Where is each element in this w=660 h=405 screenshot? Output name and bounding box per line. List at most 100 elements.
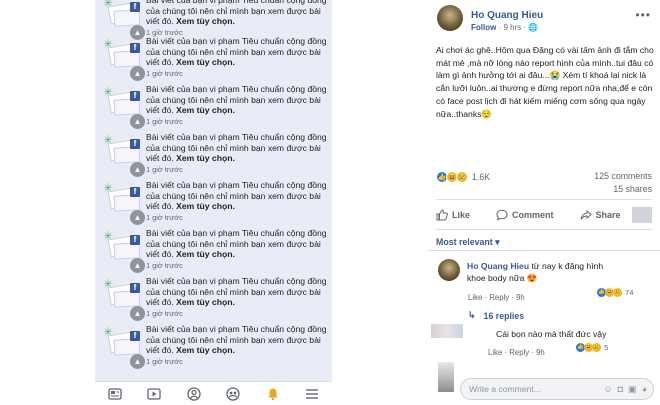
notification-thumbnail: ✳ f ▲ — [103, 38, 145, 81]
notification-text: Bài viết của bạn vi phạm Tiêu chuẩn cộng… — [146, 276, 330, 308]
notification-type-icon: ▲ — [130, 162, 145, 177]
share-label: Share — [595, 210, 621, 220]
view-options-link[interactable]: Xem tùy chọn. — [176, 297, 235, 307]
follow-link[interactable]: Follow — [471, 23, 496, 32]
notifications-bell-icon[interactable] — [263, 385, 283, 403]
like-label: Like — [452, 210, 471, 220]
commenter-name[interactable]: Ho Quang Hieu — [467, 261, 529, 271]
notification-item[interactable]: ✳ f ▲ Bài viết của bạn vi phạm Tiêu chuẩn c… — [95, 180, 332, 228]
sticker-icon[interactable]: ◕ — [642, 384, 647, 394]
comment-tools: ☺ ◘ ▣ ◕ — [598, 384, 647, 395]
sad-reaction-icon: 😢 — [592, 343, 601, 352]
facebook-icon: f — [130, 91, 140, 101]
comment-actions[interactable]: Like · Reply · 9h — [488, 348, 545, 357]
news-feed-icon[interactable] — [105, 385, 125, 403]
notification-text: Bài viết của bạn vi phạm Tiêu chuẩn cộng… — [146, 36, 330, 68]
comment-sort-dropdown[interactable]: Most relevant ▾ — [436, 237, 500, 248]
view-options-link[interactable]: Xem tùy chọn. — [176, 16, 235, 26]
facebook-icon: f — [130, 187, 140, 197]
comment-icon — [496, 209, 508, 221]
notification-text: Bài viết của bạn vi phạm Tiêu chuẩn cộng… — [146, 132, 330, 164]
sad-reaction-icon: 😢 — [456, 171, 468, 183]
share-button[interactable]: Share — [580, 209, 621, 221]
view-options-link[interactable]: Xem tùy chọn. — [176, 201, 235, 211]
notification-text: Bài viết của bạn vi phạm Tiêu chuẩn cộng… — [146, 228, 330, 260]
thumbs-up-icon — [436, 209, 448, 221]
divider — [436, 229, 652, 230]
notification-time: 1 giờ trước — [146, 165, 183, 174]
notification-item[interactable]: ✳ f ▲ Bài viết của bạn vi phạm Tiêu chuẩn c… — [95, 228, 332, 276]
view-options-link[interactable]: Xem tùy chọn. — [176, 345, 235, 355]
gif-icon[interactable]: ▣ — [628, 384, 637, 395]
comment-reaction-count: 74 — [625, 288, 634, 297]
notification-time: 1 giờ trước — [146, 213, 183, 222]
notification-thumbnail: ✳ f ▲ — [103, 182, 145, 225]
comment-reactions[interactable]: 👍 😆 😢 74 — [597, 288, 633, 297]
shares-count[interactable]: 15 shares — [613, 184, 652, 194]
facebook-icon: f — [130, 331, 140, 341]
post-time: · 9 hrs · — [498, 23, 527, 32]
notification-item[interactable]: ✳ f ▲ Bài viết của bạn vi phạm Tiêu chuẩn c… — [95, 276, 332, 324]
notification-item[interactable]: ✳ f ▲ Bài viết của bạn vi phạm Tiêu chuẩn c… — [95, 132, 332, 180]
comment-label: Comment — [512, 210, 554, 220]
author-avatar[interactable] — [437, 5, 463, 31]
notification-thumbnail: ✳ f ▲ — [103, 326, 145, 369]
view-options-link[interactable]: Xem tùy chọn. — [176, 57, 235, 67]
post-panel: Ho Quang Hieu Follow · 9 hrs · 🌐 ••• Ai … — [428, 0, 660, 405]
groups-icon[interactable] — [223, 385, 243, 403]
comment-button[interactable]: Comment — [496, 209, 554, 221]
post-meta: Follow · 9 hrs · 🌐 — [471, 23, 538, 32]
notification-message: Bài viết của bạn vi phạm Tiêu chuẩn cộng… — [146, 276, 327, 307]
notification-item[interactable]: ✳ f ▲ Bài viết của bạn vi phạm Tiêu chuẩn c… — [95, 324, 332, 372]
notification-message: Bài viết của bạn vi phạm Tiêu chuẩn cộng… — [146, 228, 327, 259]
commenter-avatar[interactable] — [431, 324, 463, 338]
camera-icon[interactable]: ◘ — [618, 384, 623, 394]
more-options-icon[interactable]: ••• — [635, 8, 651, 22]
view-options-link[interactable]: Xem tùy chọn. — [176, 153, 235, 163]
watch-icon[interactable] — [144, 385, 164, 403]
post-text: Ai chơi ác ghê..Hôm qua Đăng có vài tấm … — [436, 45, 654, 119]
notification-text: Bài viết của bạn vi phạm Tiêu chuẩn cộng… — [146, 324, 330, 356]
replies-count: 16 replies — [483, 310, 525, 321]
notifications-panel: ✳ f ▲ Bài viết của bạn vi phạm Tiêu chuẩn c… — [95, 0, 332, 405]
emoji-icon[interactable]: ☺ — [603, 384, 612, 394]
profile-icon[interactable] — [184, 385, 204, 403]
view-options-link[interactable]: Xem tùy chọn. — [176, 105, 235, 115]
menu-icon[interactable] — [302, 385, 322, 403]
sad-reaction-icon: 😢 — [613, 288, 622, 297]
notification-item[interactable]: ✳ f ▲ Bài viết của bạn vi phạm Tiêu chuẩn c… — [95, 36, 332, 84]
reactions-summary[interactable]: 👍 😆 😢 1.6K — [436, 170, 490, 184]
notification-thumbnail: ✳ f ▲ — [103, 230, 145, 273]
viewer-avatar — [438, 362, 454, 392]
post-author[interactable]: Ho Quang Hieu — [471, 10, 543, 21]
reply-arrow-icon: ↳ — [468, 310, 476, 320]
share-arrow-icon — [580, 209, 592, 221]
notification-type-icon: ▲ — [130, 66, 145, 81]
notification-text: Bài viết của bạn vi phạm Tiêu chuẩn cộng… — [146, 180, 330, 212]
comment-body: Ho Quang Hieu từ nay k đăng hình khoe bo… — [467, 260, 622, 284]
facebook-icon: f — [130, 139, 140, 149]
write-comment-input[interactable]: Write a comment... ☺ ◘ ▣ ◕ — [460, 378, 654, 400]
comment-reactions[interactable]: 👍 😆 😢 5 — [576, 343, 608, 352]
view-options-link[interactable]: Xem tùy chọn. — [176, 249, 235, 259]
divider — [436, 199, 652, 200]
notification-thumbnail: ✳ f ▲ — [103, 134, 145, 177]
comment-actions[interactable]: Like · Reply · 9h — [468, 293, 525, 302]
comments-count[interactable]: 125 comments — [594, 171, 652, 181]
facebook-icon: f — [130, 2, 140, 12]
globe-icon: 🌐 — [528, 23, 539, 32]
notification-item[interactable]: ✳ f ▲ Bài viết của bạn vi phạm Tiêu chuẩn c… — [95, 84, 332, 132]
view-replies-link[interactable]: ↳ 16 replies — [468, 310, 524, 321]
notification-thumbnail: ✳ f ▲ — [103, 278, 145, 321]
like-button[interactable]: Like — [436, 209, 470, 221]
commenter-avatar[interactable] — [438, 259, 460, 281]
facebook-icon: f — [130, 283, 140, 293]
viewer-avatar[interactable] — [632, 207, 652, 223]
facebook-icon: f — [130, 43, 140, 53]
notification-time: 1 giờ trước — [146, 309, 183, 318]
notification-message: Bài viết của bạn vi phạm Tiêu chuẩn cộng… — [146, 36, 327, 67]
notification-time: 1 giờ trước — [146, 357, 183, 366]
facebook-icon: f — [130, 235, 140, 245]
reaction-count: 1.6K — [472, 172, 491, 182]
notification-type-icon: ▲ — [130, 354, 145, 369]
